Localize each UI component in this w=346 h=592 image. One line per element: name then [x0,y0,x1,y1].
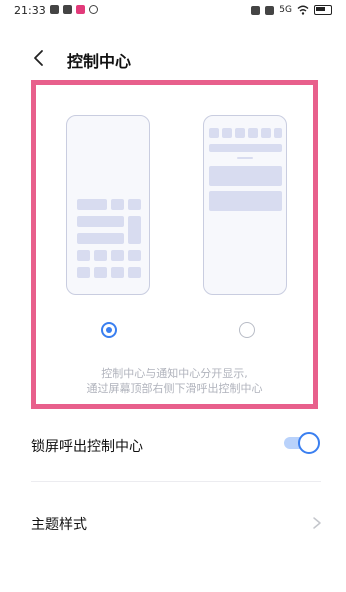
description-line-2: 通过屏幕顶部右侧下滑呼出控制中心 [86,382,263,395]
preview-block [209,144,282,152]
divider [31,481,321,482]
status-time: 21:33 [14,4,46,17]
preview-block [209,166,282,186]
page-title: 控制中心 [67,52,132,71]
preview-block [77,199,107,210]
nfc-icon [251,5,261,15]
toggle-knob [298,432,320,454]
separate-style-preview[interactable] [203,115,287,295]
system-icons: 5G [251,5,332,15]
lock-screen-label: 锁屏呼出控制中心 [31,439,143,455]
preview-block [77,267,90,278]
preview-block [274,128,282,138]
preview-block [111,250,124,261]
combined-style-preview[interactable] [66,115,150,295]
combined-style-radio[interactable] [101,322,117,338]
app-notification-icon [50,5,59,14]
preview-block [77,233,124,244]
wifi-icon [297,5,309,15]
preview-block [222,128,232,138]
theme-style-label[interactable]: 主题样式 [31,514,87,534]
preview-block [128,250,141,261]
battery-icon [314,5,332,15]
sim-icon [265,5,275,15]
chevron-right-icon[interactable] [312,516,322,530]
lock-screen-toggle[interactable] [284,432,320,454]
photo-notification-icon [63,5,72,14]
preview-block [209,128,219,138]
separate-style-radio[interactable] [239,322,255,338]
back-arrow-icon[interactable] [30,49,48,67]
message-notification-icon [76,5,85,14]
description-line-1: 控制中心与通知中心分开显示, [101,367,248,380]
preview-block [77,250,90,261]
preview-block [235,128,245,138]
preview-block [128,216,141,244]
preview-block [94,267,107,278]
status-bar: 21:33 5G [0,0,346,22]
style-description: 控制中心与通知中心分开显示, 通过屏幕顶部右侧下滑呼出控制中心 [36,366,313,396]
preview-handle [237,157,253,159]
preview-block [94,250,107,261]
preview-block [77,216,124,227]
circle-notification-icon [89,5,98,14]
network-type-label: 5G [279,5,292,15]
preview-block [128,199,141,210]
notification-icons [50,5,98,14]
preview-block [261,128,271,138]
preview-block [111,199,124,210]
header: 控制中心 [0,40,346,76]
preview-block [128,267,141,278]
preview-block [209,191,282,211]
preview-block [248,128,258,138]
preview-block [111,267,124,278]
